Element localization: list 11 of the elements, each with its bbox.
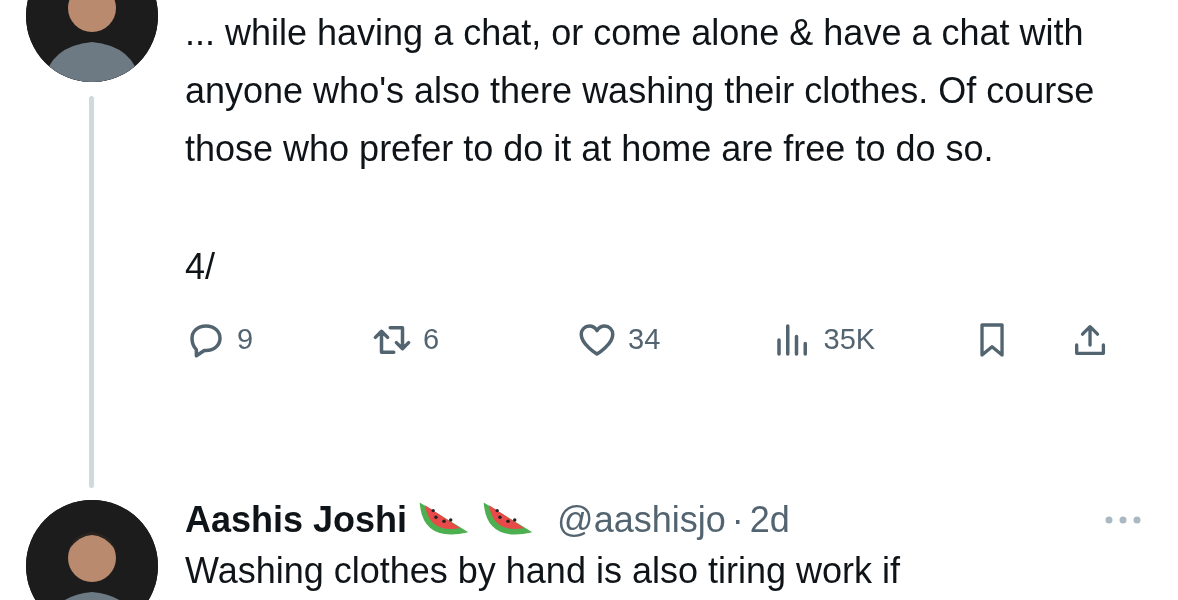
tweet-text: Washing clothes by hand is also tiring work if: [185, 549, 901, 593]
separator-dot: ·: [731, 498, 744, 542]
post-time: 2d: [749, 498, 790, 542]
author-name: Aashis Joshi: [185, 498, 408, 542]
reply-count: 9: [237, 322, 254, 357]
view-count: 35K: [823, 322, 876, 357]
thread-counter: 4/: [185, 245, 217, 289]
tweet-text: ... while having a chat, or come alone & have a chat with anyone who's also there washing their clothes. Of course those who prefer to do it at home are free to do so.: [185, 11, 1096, 171]
repost-count: 6: [423, 322, 440, 357]
author-handle: @aashisjo: [557, 498, 726, 542]
like-count: 34: [628, 322, 661, 357]
